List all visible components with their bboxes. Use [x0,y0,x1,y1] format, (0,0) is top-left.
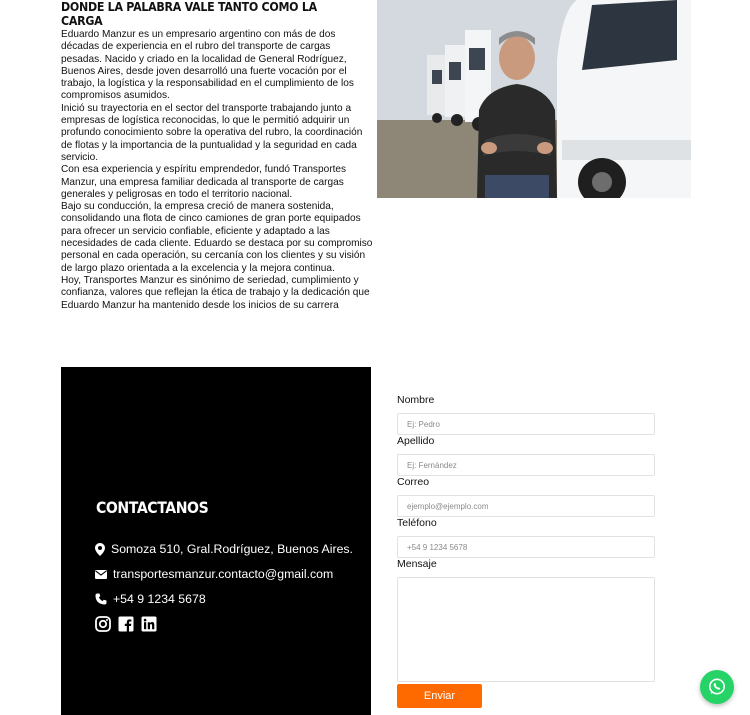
about-paragraph: Hoy, Transportes Manzur es sinónimo de s… [61,274,370,311]
phone-label: Teléfono [397,517,437,529]
email-row[interactable]: transportesmanzur.contacto@gmail.com [95,565,333,583]
about-text: Eduardo Manzur es un empresario argentin… [61,29,373,312]
message-label: Mensaje [397,558,437,570]
whatsapp-icon [709,678,725,695]
name-label: Nombre [397,394,435,406]
contact-title: Contactanos [96,498,209,517]
owner-photo [377,0,691,198]
contact-phone[interactable]: +54 9 1234 5678 [113,592,206,606]
about-paragraph: Con esa experiencia y espíritu emprended… [61,164,347,200]
contact-panel: Contactanos Somoza 510, Gral.Rodríguez, … [61,367,371,715]
submit-button[interactable]: Enviar [397,684,482,708]
linkedin-icon[interactable] [141,616,157,632]
phone-input[interactable] [397,536,655,558]
message-textarea[interactable] [397,577,655,682]
email-input[interactable] [397,495,655,517]
about-paragraph: Bajo su conducción, la empresa creció de… [61,201,373,274]
surname-label: Apellido [397,435,435,447]
facebook-icon[interactable] [118,616,134,632]
phone-row[interactable]: +54 9 1234 5678 [95,590,206,608]
surname-input[interactable] [397,454,655,476]
email-label: Correo [397,476,430,488]
map-pin-icon [95,542,105,556]
instagram-icon[interactable] [95,616,111,632]
contact-address: Somoza 510, Gral.Rodríguez, Buenos Aires… [111,542,353,556]
envelope-icon [95,569,107,579]
about-paragraph: Eduardo Manzur es un empresario argentin… [61,29,354,102]
social-links [95,616,157,632]
whatsapp-button[interactable] [700,670,734,704]
about-heading: Donde la palabra vale tanto como la carg… [61,0,317,28]
phone-icon [95,593,107,605]
contact-email[interactable]: transportesmanzur.contacto@gmail.com [113,567,333,581]
address-row: Somoza 510, Gral.Rodríguez, Buenos Aires… [95,540,353,558]
about-paragraph: Inició su trayectoria en el sector del t… [61,102,363,163]
name-input[interactable] [397,413,655,435]
